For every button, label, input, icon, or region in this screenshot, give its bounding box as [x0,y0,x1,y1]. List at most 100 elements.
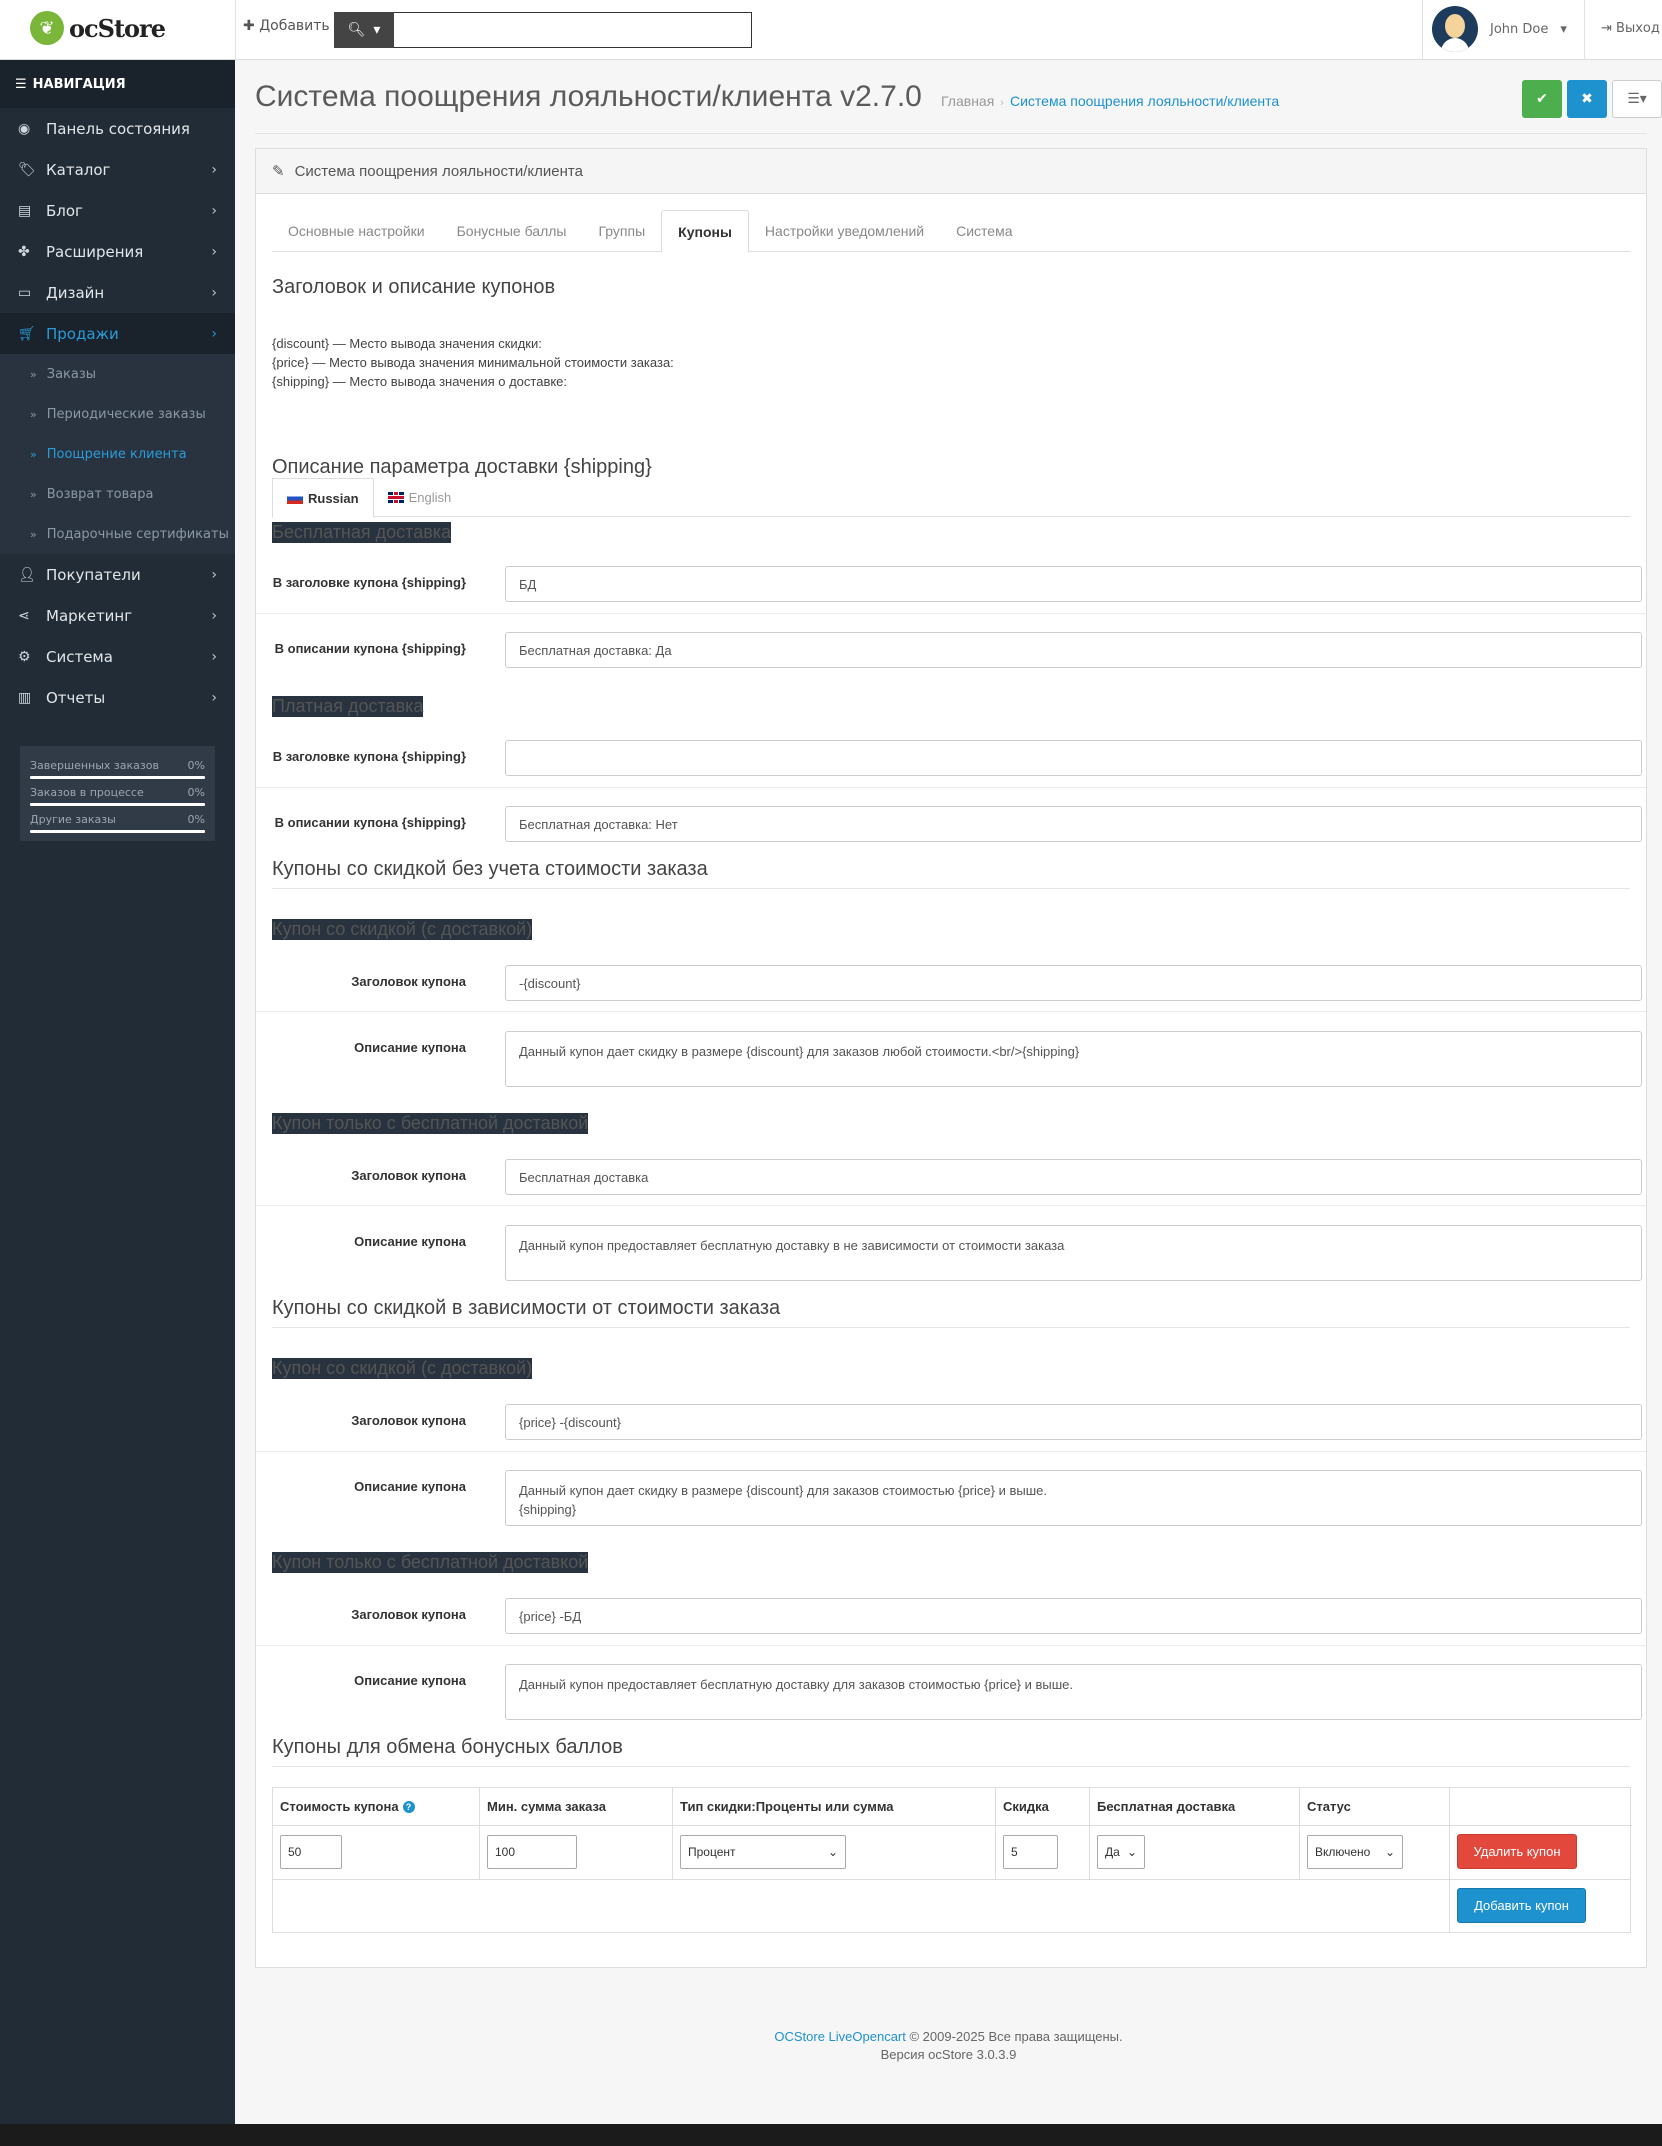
tab-coupons[interactable]: Купоны [661,210,749,253]
divider [272,888,1630,889]
tab-groups[interactable]: Группы [583,210,662,252]
tab-system[interactable]: Система [940,210,1028,252]
bars-icon: ☰ [15,76,27,92]
check-icon: ✔ [1536,91,1548,107]
user-name: John Doe [1490,21,1549,37]
logout-button[interactable]: ⇥ Выход [1601,21,1660,36]
paid-shipping-title-input[interactable] [505,740,1642,776]
caret-down-icon: ▾ [1560,21,1567,37]
nc-discount-title-input[interactable]: -{discount} [505,965,1642,1001]
wc-free-title-input[interactable]: {price} -БД [505,1598,1642,1634]
sidebar-item-dashboard[interactable]: ◉ Панель состояния [0,108,235,149]
chevron-right-icon: › [211,243,217,260]
submenu-item-recurring[interactable]: » Периодические заказы [0,394,235,434]
bottom-bar [0,2124,1662,2146]
search-input[interactable] [394,12,752,48]
divider [272,1327,1630,1328]
section-heading-exchange: Купоны для обмена бонусных баллов [272,1736,623,1758]
sidebar-item-customers[interactable]: 👤︎ Покупатели › [0,554,235,595]
field-label: Заголовок купона [351,1607,466,1622]
submenu-item-vouchers[interactable]: » Подарочные сертификаты [0,514,235,554]
nc-free-title-input[interactable]: Бесплатная доставка [505,1159,1642,1195]
divider [256,1451,1646,1452]
divider [256,787,1646,788]
double-chevron-icon: » [30,487,37,501]
tab-lang-english[interactable]: English [374,478,466,517]
footer-link[interactable]: OCStore LiveOpencart [774,2029,906,2044]
options-menu-button[interactable]: ☰▾ [1612,80,1662,118]
tab-bonus-points[interactable]: Бонусные баллы [441,210,583,252]
progress-bar [30,776,205,779]
search-icon: 🔍︎ [347,22,366,38]
field-label: Описание купона [354,1479,466,1494]
wc-discount-desc-textarea[interactable]: Данный купон дает скидку в размере {disc… [505,1470,1642,1526]
cancel-button[interactable]: ✖ [1567,80,1607,118]
discount-type-select[interactable]: Процент ⌄ [680,1835,846,1869]
stat-other: Другие заказы 0% [30,810,205,833]
tab-lang-russian[interactable]: Russian [272,478,374,518]
question-circle-icon[interactable]: ? [402,1800,415,1813]
divider [256,1645,1646,1646]
column-header-free-shipping: Бесплатная доставка [1090,1788,1300,1825]
logo-text: ocStore [69,13,166,43]
subheading-free-shipping: Бесплатная доставка [272,522,452,543]
sidebar: ☰ НАВИГАЦИЯ ◉ Панель состояния 🏷︎ Каталог › … [0,60,235,2124]
sidebar-item-marketing[interactable]: ⋖ Маркетинг › [0,595,235,636]
stat-processing: Заказов в процессе 0% [30,783,205,806]
chevron-right-icon: › [211,566,217,583]
coupon-cost-input[interactable]: 50 [280,1835,342,1869]
nc-discount-desc-textarea[interactable]: Данный купон дает скидку в размере {disc… [505,1031,1642,1087]
discount-input[interactable]: 5 [1003,1835,1058,1869]
min-sum-input[interactable]: 100 [487,1835,577,1869]
book-icon: ▤ [18,202,32,219]
nc-free-desc-textarea[interactable]: Данный купон предоставляет бесплатную до… [505,1225,1642,1281]
free-shipping-title-input[interactable]: БД [505,566,1642,602]
section-heading: Заголовок и описание купонов [272,276,556,298]
search-group: 🔍︎ ▾ [334,12,752,48]
sidebar-item-design[interactable]: ▭ Дизайн › [0,272,235,313]
free-shipping-select[interactable]: Да ⌄ [1097,1835,1145,1869]
nav-toggle[interactable]: ☰ НАВИГАЦИЯ [0,60,235,108]
subheading-free-only: Купон только с бесплатной доставкой [272,1113,589,1134]
sidebar-item-extensions[interactable]: ✤ Расширения › [0,231,235,272]
tab-notifications[interactable]: Настройки уведомлений [749,210,940,252]
subheading-free-only: Купон только с бесплатной доставкой [272,1552,589,1573]
caret-down-icon: ▾ [373,22,381,38]
paid-shipping-desc-input[interactable]: Бесплатная доставка: Нет [505,806,1642,842]
chevron-right-icon: › [211,202,217,219]
column-header-status: Статус [1300,1788,1450,1825]
table-cell: 50 [273,1825,480,1879]
user-menu[interactable]: John Doe ▾ [1432,6,1567,52]
breadcrumb-home[interactable]: Главная [941,93,994,109]
sidebar-item-reports[interactable]: ▥ Отчеты › [0,677,235,718]
tab-main-settings[interactable]: Основные настройки [272,210,441,252]
add-button[interactable]: ✚ Добавить [243,18,330,34]
sidebar-item-blog[interactable]: ▤ Блог › [0,190,235,231]
wc-discount-title-input[interactable]: {price} -{discount} [505,1404,1642,1440]
table-cell: Процент ⌄ [673,1825,996,1879]
logo[interactable]: ❦ ocStore [30,11,166,45]
submenu-item-orders[interactable]: » Заказы [0,354,235,394]
uk-flag-icon [387,492,404,503]
save-button[interactable]: ✔ [1522,80,1562,118]
submenu-item-loyalty[interactable]: » Поощрение клиента [0,434,235,474]
field-label: В описании купона {shipping} [274,641,466,656]
sidebar-item-catalog[interactable]: 🏷︎ Каталог › [0,149,235,190]
sidebar-item-system[interactable]: ⚙︎ Система › [0,636,235,677]
sidebar-item-sales[interactable]: 🛒︎ Продажи › [0,313,235,354]
shipping-heading: Описание параметра доставки {shipping} [272,456,652,478]
add-coupon-button[interactable]: Добавить купон [1457,1888,1586,1923]
free-shipping-desc-input[interactable]: Бесплатная доставка: Да [505,632,1642,668]
status-select[interactable]: Включено ⌄ [1307,1835,1403,1869]
delete-coupon-button[interactable]: Удалить купон [1457,1834,1577,1869]
breadcrumb-separator: › [1000,97,1004,109]
chevron-down-icon: ⌄ [1384,1845,1395,1859]
wc-free-desc-textarea[interactable]: Данный купон предоставляет бесплатную до… [505,1664,1642,1720]
submenu-item-returns[interactable]: » Возврат товара [0,474,235,514]
double-chevron-icon: » [30,447,37,461]
search-filter-button[interactable]: 🔍︎ ▾ [334,12,394,48]
breadcrumb-current[interactable]: Система поощрения лояльности/клиента [1010,93,1279,109]
pencil-icon: ✎ [272,163,285,180]
settings-tabs: Основные настройки Бонусные баллы Группы… [272,210,1630,253]
field-label: Заголовок купона [351,974,466,989]
